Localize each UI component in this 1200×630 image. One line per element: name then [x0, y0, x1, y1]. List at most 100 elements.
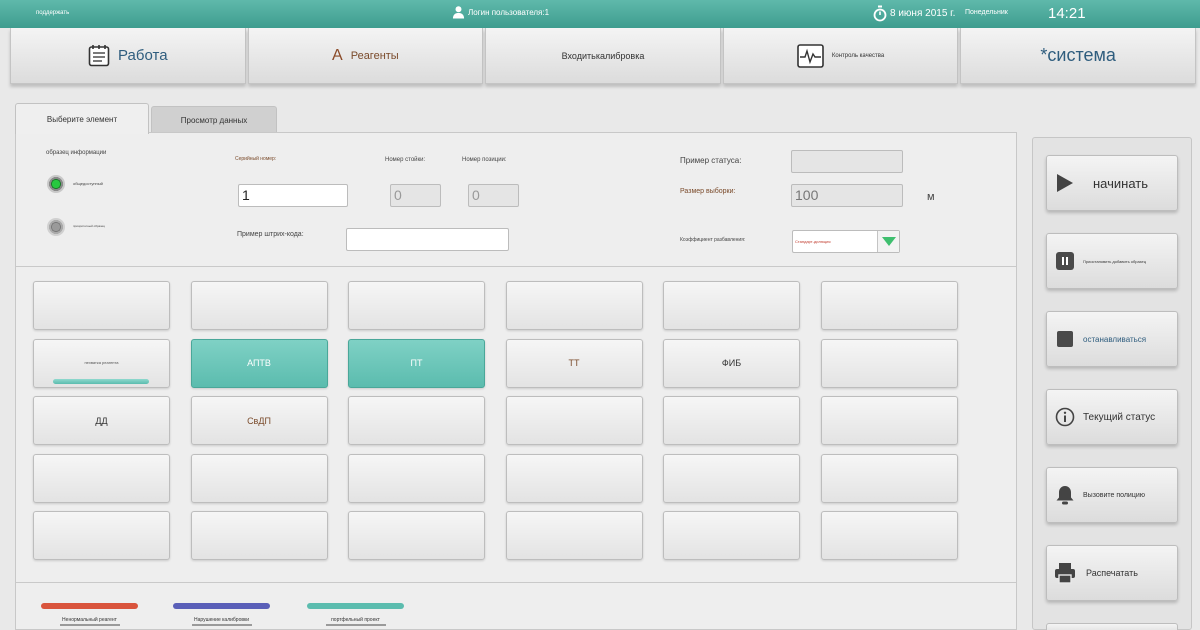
test-aptv[interactable]: АПТВ — [190, 338, 328, 388]
divider — [16, 582, 1016, 583]
test-pt[interactable]: ПТ — [348, 338, 485, 388]
legend-underline — [191, 624, 252, 626]
clock-label: 14:21 — [1048, 5, 1086, 22]
status-green-label: общедоступный — [73, 181, 103, 186]
test-slot[interactable] — [33, 281, 170, 330]
nav-work-button[interactable]: Работа — [10, 28, 246, 84]
nav-system-button[interactable]: *система — [960, 28, 1196, 84]
test-tt-label: ТТ — [568, 358, 580, 368]
stop-button[interactable]: останавливаться — [1046, 311, 1178, 367]
weekday-label: Понедельник — [965, 9, 1008, 16]
play-icon — [1047, 174, 1083, 192]
printer-icon — [1047, 562, 1083, 584]
test-slot[interactable] — [348, 281, 485, 330]
position-number-field: 0 — [468, 184, 519, 207]
legend-portfolio-project: портфельный проект — [307, 603, 404, 626]
nav-quality-button[interactable]: Контроль качества — [722, 28, 959, 84]
print-button[interactable]: Распечатать — [1046, 545, 1178, 601]
serial-number-label: Серийный номер: — [235, 156, 277, 162]
test-fdp[interactable]: СвДП — [190, 396, 328, 445]
reagent-level-bar — [53, 378, 149, 384]
test-fib[interactable]: ФИБ — [663, 338, 800, 388]
chevron-down-icon[interactable] — [877, 231, 899, 252]
test-slot[interactable] — [348, 453, 485, 503]
rack-number-field: 0 — [390, 184, 441, 207]
legend-red-swatch — [41, 603, 138, 609]
test-slot[interactable] — [663, 453, 800, 503]
dilution-label: Коэффициент разбавления: — [680, 237, 746, 243]
info-icon — [1047, 407, 1083, 427]
test-slot[interactable] — [663, 396, 800, 445]
gray-status-icon — [47, 218, 65, 236]
reagent-low-label: нехватка реагента — [84, 359, 119, 365]
legend-calibration-error: Нарушение калибровки — [173, 603, 270, 626]
test-slot[interactable] — [190, 281, 328, 330]
tab-view-data[interactable]: Просмотр данных — [151, 106, 277, 133]
more-button[interactable] — [1046, 623, 1178, 630]
legend-teal-swatch — [307, 603, 404, 609]
nav-work-label: Работа — [118, 47, 168, 64]
tab-select-element-label: Выберите элемент — [46, 114, 118, 124]
legend-red-label: Ненормальный реагент — [62, 617, 117, 623]
test-slot[interactable] — [348, 511, 485, 560]
test-slot-reagent-low[interactable]: нехватка реагента — [33, 338, 170, 388]
user-icon — [452, 6, 465, 19]
test-slot[interactable] — [190, 453, 328, 503]
support-label[interactable]: поддержать — [36, 10, 69, 16]
current-status-button[interactable]: Текущий статус — [1046, 389, 1178, 445]
call-police-button[interactable]: Вызовите полицию — [1046, 467, 1178, 523]
sample-status-field — [791, 150, 903, 173]
legend-teal-label: портфельный проект — [331, 617, 380, 623]
volume-unit-label: м — [927, 191, 935, 203]
test-slot[interactable] — [820, 511, 958, 560]
test-slot[interactable] — [663, 281, 800, 330]
bell-icon — [1047, 485, 1083, 505]
sample-info-heading: образец информации — [46, 150, 107, 156]
pause-button[interactable]: Приостановить добавить образец — [1046, 233, 1178, 289]
barcode-input[interactable] — [346, 228, 509, 251]
test-dd[interactable]: ДД — [33, 396, 170, 445]
status-bar: поддержать Логин пользователя:1 8 июня 2… — [0, 0, 1200, 28]
legend-underline — [59, 624, 120, 626]
test-slot[interactable] — [33, 511, 170, 560]
barcode-label: Пример штрих-кода: — [237, 231, 304, 238]
legend-abnormal-reagent: Ненормальный реагент — [41, 603, 138, 626]
serial-number-input[interactable]: 1 — [238, 184, 348, 207]
test-pt-label: ПТ — [410, 358, 423, 368]
nav-quality-label: Контроль качества — [831, 52, 885, 59]
user-login: Логин пользователя:1 — [452, 5, 549, 19]
monitor-graph-icon — [797, 43, 824, 68]
test-slot[interactable] — [820, 453, 958, 503]
dilution-select[interactable]: Стандарт-дилюция — [792, 230, 900, 253]
dilution-value: Стандарт-дилюция — [795, 239, 831, 244]
nav-reagents-button[interactable]: A Реагенты — [247, 28, 484, 84]
test-slot[interactable] — [33, 453, 170, 503]
test-slot[interactable] — [505, 511, 643, 560]
test-slot[interactable] — [505, 281, 643, 330]
main-nav: Работа A Реагенты Входитькалибровка Конт… — [10, 28, 1196, 84]
status-gray-label: приоритетный образец — [73, 224, 106, 228]
test-slot[interactable] — [820, 396, 958, 445]
test-slot[interactable] — [348, 396, 485, 445]
test-fib-label: ФИБ — [721, 358, 742, 368]
test-grid: нехватка реагента АПТВ ПТ ТТ ФИБ ДД СвДП — [33, 281, 958, 560]
current-status-label: Текущий статус — [1083, 411, 1156, 423]
start-button[interactable]: начинать — [1046, 155, 1178, 211]
tab-select-element[interactable]: Выберите элемент — [15, 103, 149, 134]
test-tt[interactable]: ТТ — [505, 338, 643, 388]
stop-label: останавливаться — [1083, 334, 1147, 344]
user-login-label: Логин пользователя:1 — [468, 7, 550, 17]
nav-calibration-button[interactable]: Входитькалибровка — [485, 28, 721, 84]
test-slot[interactable] — [505, 453, 643, 503]
test-aptv-label: АПТВ — [247, 358, 271, 368]
sample-status-label: Пример статуса: — [680, 156, 742, 165]
test-slot[interactable] — [663, 511, 800, 560]
test-slot[interactable] — [820, 281, 958, 330]
nav-reagents-label: Реагенты — [350, 49, 399, 62]
test-slot[interactable] — [505, 396, 643, 445]
stopwatch-icon — [873, 5, 887, 22]
green-status-icon — [47, 175, 65, 193]
test-slot[interactable] — [820, 338, 958, 388]
control-panel: начинать Приостановить добавить образец … — [1032, 137, 1192, 630]
test-slot[interactable] — [190, 511, 328, 560]
